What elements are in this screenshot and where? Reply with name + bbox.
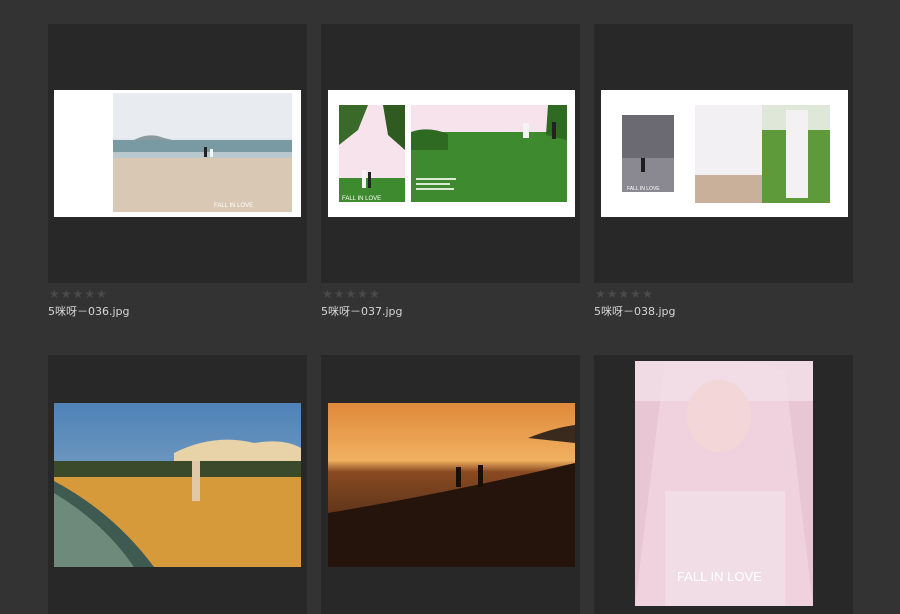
- rating-stars[interactable]: ★ ★ ★ ★ ★: [595, 288, 653, 300]
- photo-thumbnail: FALL IN LOVE: [54, 90, 301, 217]
- thumbnail-filename[interactable]: 5咪呀－036.jpg: [48, 303, 130, 319]
- thumbnail-card[interactable]: [321, 355, 580, 614]
- star-icon[interactable]: ★: [642, 288, 653, 300]
- overlay-text: FALL IN LOVE: [342, 196, 381, 202]
- overlay-text: FALL IN LOVE: [627, 186, 660, 192]
- rating-stars[interactable]: ★ ★ ★ ★ ★: [322, 288, 380, 300]
- star-icon[interactable]: ★: [84, 288, 95, 300]
- star-icon[interactable]: ★: [595, 288, 606, 300]
- star-icon[interactable]: ★: [619, 288, 630, 300]
- photo-thumbnail: FALL IN LOVE: [328, 90, 575, 217]
- rating-stars[interactable]: ★ ★ ★ ★ ★: [49, 288, 107, 300]
- thumbnail-filename[interactable]: 5咪呀－037.jpg: [321, 303, 403, 319]
- star-icon[interactable]: ★: [346, 288, 357, 300]
- thumbnail-filename[interactable]: 5咪呀－038.jpg: [594, 303, 676, 319]
- thumbnail-card[interactable]: FALL IN LOVE: [594, 24, 853, 283]
- photo-thumbnail: FALL IN LOVE: [635, 361, 813, 606]
- star-icon[interactable]: ★: [61, 288, 72, 300]
- photo-thumbnail: [54, 403, 301, 567]
- star-icon[interactable]: ★: [73, 288, 84, 300]
- star-icon[interactable]: ★: [49, 288, 60, 300]
- thumbnail-card[interactable]: FALL IN LOVE: [321, 24, 580, 283]
- overlay-text: FALL IN LOVE: [214, 203, 253, 209]
- star-icon[interactable]: ★: [334, 288, 345, 300]
- star-icon[interactable]: ★: [607, 288, 618, 300]
- star-icon[interactable]: ★: [357, 288, 368, 300]
- star-icon[interactable]: ★: [96, 288, 107, 300]
- photo-thumbnail: FALL IN LOVE: [601, 90, 848, 217]
- star-icon[interactable]: ★: [322, 288, 333, 300]
- thumbnail-card[interactable]: FALL IN LOVE: [594, 355, 853, 614]
- overlay-text: FALL IN LOVE: [677, 569, 762, 584]
- thumbnail-card[interactable]: FALL IN LOVE: [48, 24, 307, 283]
- star-icon[interactable]: ★: [630, 288, 641, 300]
- thumbnail-card[interactable]: [48, 355, 307, 614]
- photo-thumbnail: [328, 403, 575, 567]
- star-icon[interactable]: ★: [369, 288, 380, 300]
